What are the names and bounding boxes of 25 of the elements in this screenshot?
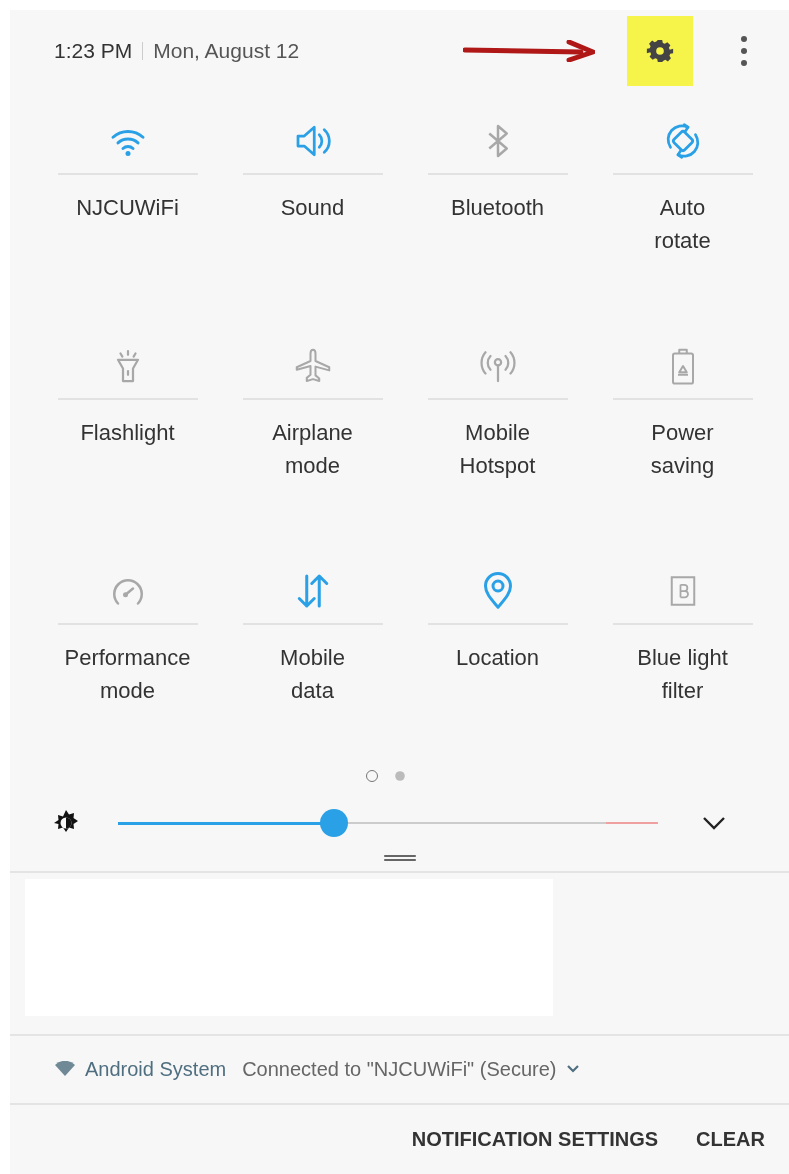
tile-label: Bluetooth: [450, 194, 545, 222]
date-text: Mon, August 12: [153, 39, 300, 64]
tile-label: Power saving: [649, 419, 716, 480]
action-button[interactable]: CLEAR: [688, 1121, 773, 1157]
tile-label: Location: [454, 644, 541, 672]
slider-thumb[interactable]: [320, 809, 348, 838]
tile-label: Blue light filter: [636, 644, 729, 705]
drag-handle[interactable]: [383, 854, 416, 861]
action-button[interactable]: NOTIFICATION SETTINGS: [403, 1121, 667, 1157]
tile-label: Flashlight: [79, 419, 176, 447]
tile-label: Sound: [279, 194, 346, 222]
brightness-slider[interactable]: [118, 809, 658, 838]
tile-label: Auto rotate: [653, 194, 712, 255]
more-icon[interactable]: [740, 35, 748, 68]
tile-label: NJCUWiFi: [76, 194, 179, 222]
app-name: Android System: [85, 1057, 227, 1081]
clock-time: 1:23 PM: [54, 39, 133, 64]
settings-button[interactable]: [627, 16, 693, 87]
tile-label: Performance mode: [64, 644, 191, 705]
wifi-icon: [55, 1061, 75, 1078]
notification-text: Connected to "NJCUWiFi" (Secure): [242, 1057, 557, 1081]
tile-label: Airplane mode: [271, 419, 354, 480]
chevron-down-icon[interactable]: [702, 816, 726, 831]
tile-label: Mobile data: [279, 644, 346, 705]
tile-label: Mobile Hotspot: [458, 419, 537, 480]
